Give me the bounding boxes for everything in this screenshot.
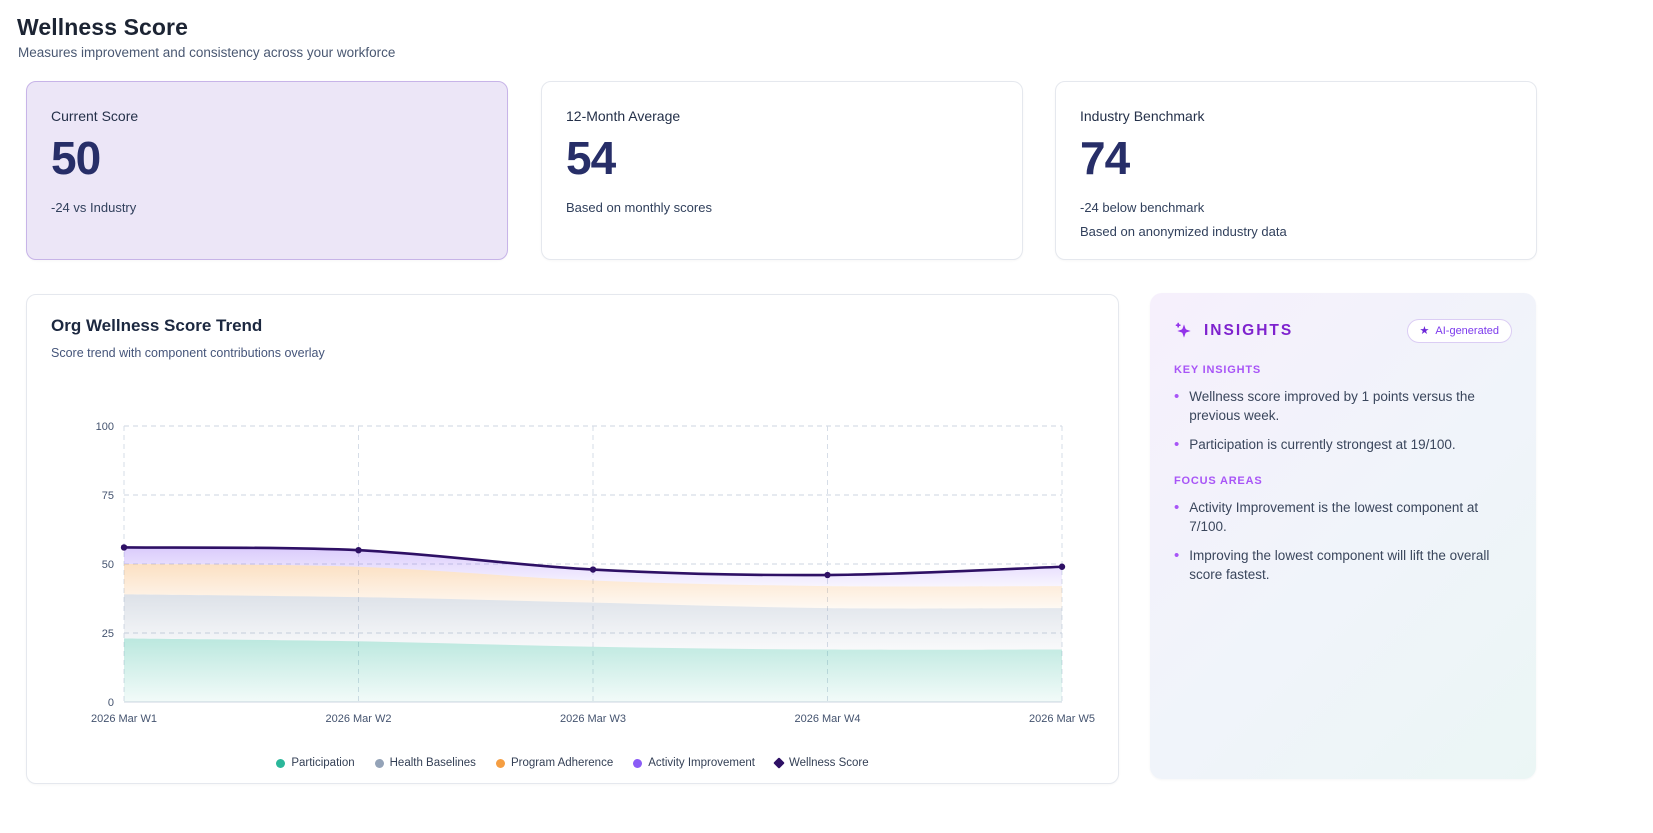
insight-item: • Participation is currently strongest a… xyxy=(1174,435,1512,454)
svg-text:50: 50 xyxy=(102,559,114,571)
svg-text:25: 25 xyxy=(102,628,114,640)
star-icon: ★ xyxy=(1419,324,1430,337)
insight-text: Wellness score improved by 1 points vers… xyxy=(1189,389,1475,423)
bullet-icon: • xyxy=(1174,436,1180,453)
wellness-trend-chart: 0 25 50 75 100 2026 Mar W1 2026 Mar W2 2026 Mar… xyxy=(91,421,1095,725)
stat-card-12-month-average[interactable]: 12-Month Average 54 Based on monthly sco… xyxy=(541,81,1023,260)
svg-text:0: 0 xyxy=(108,697,114,709)
legend-item: Activity Improvement xyxy=(633,757,755,769)
insight-text: Participation is currently strongest at … xyxy=(1189,437,1456,452)
legend-label: Health Baselines xyxy=(389,757,476,769)
svg-text:2026 Mar W5: 2026 Mar W5 xyxy=(1029,713,1095,725)
insight-item: • Wellness score improved by 1 points ve… xyxy=(1174,387,1512,425)
svg-text:100: 100 xyxy=(96,421,114,433)
stat-card-note: -24 below benchmark xyxy=(1080,200,1205,216)
stat-card-label: Industry Benchmark xyxy=(1080,108,1205,124)
focus-areas-list: • Activity Improvement is the lowest com… xyxy=(1174,498,1512,584)
insight-text: Improving the lowest component will lift… xyxy=(1189,548,1490,582)
svg-text:2026 Mar W4: 2026 Mar W4 xyxy=(794,713,860,725)
stat-card-label: 12-Month Average xyxy=(566,108,681,124)
stat-card-note: Based on monthly scores xyxy=(566,200,712,216)
page-subtitle: Measures improvement and consistency acr… xyxy=(18,45,396,60)
stat-card-value: 50 xyxy=(51,132,101,184)
stat-card-note-secondary: Based on anonymized industry data xyxy=(1080,224,1287,240)
insight-section-heading-focus-areas: FOCUS AREAS xyxy=(1174,475,1263,487)
key-insights-list: • Wellness score improved by 1 points ve… xyxy=(1174,387,1512,454)
page-title: Wellness Score xyxy=(17,14,189,40)
legend-item: Health Baselines xyxy=(374,757,476,769)
ai-generated-badge: ★ AI-generated xyxy=(1406,319,1512,343)
stat-card-industry-benchmark[interactable]: Industry Benchmark 74 -24 below benchmar… xyxy=(1055,81,1537,260)
stat-card-current-score[interactable]: Current Score 50 -24 vs Industry xyxy=(26,81,508,260)
svg-text:2026 Mar W1: 2026 Mar W1 xyxy=(91,713,157,725)
legend-item: Program Adherence xyxy=(495,757,614,769)
legend-label: Activity Improvement xyxy=(648,757,755,769)
legend-item: Participation xyxy=(276,757,355,769)
legend-label: Program Adherence xyxy=(510,757,614,769)
bullet-icon: • xyxy=(1174,388,1180,405)
stat-card-value: 74 xyxy=(1080,132,1130,184)
chart-title: Org Wellness Score Trend xyxy=(51,316,263,335)
svg-text:2026 Mar W2: 2026 Mar W2 xyxy=(325,713,391,725)
insight-item: • Improving the lowest component will li… xyxy=(1174,546,1512,584)
legend-label: Participation xyxy=(291,757,355,769)
legend-marker xyxy=(276,758,286,768)
stat-card-note: -24 vs Industry xyxy=(51,200,137,216)
legend-item: Wellness Score xyxy=(773,757,869,769)
insight-text: Activity Improvement is the lowest compo… xyxy=(1189,500,1479,534)
legend-marker xyxy=(773,757,785,769)
insight-item: • Activity Improvement is the lowest com… xyxy=(1174,498,1512,536)
insights-panel: INSIGHTS ★ AI-generated KEY INSIGHTS • W… xyxy=(1150,293,1536,779)
svg-text:75: 75 xyxy=(102,490,114,502)
bullet-icon: • xyxy=(1174,499,1180,516)
insights-title: INSIGHTS xyxy=(1204,322,1294,339)
legend-marker xyxy=(374,758,384,768)
wellness-trend-card: Org Wellness Score Trend Score trend wit… xyxy=(26,294,1119,784)
ai-badge-label: AI-generated xyxy=(1435,325,1499,337)
legend-marker xyxy=(633,758,643,768)
bullet-icon: • xyxy=(1174,547,1180,564)
legend-marker xyxy=(495,758,505,768)
svg-text:2026 Mar W3: 2026 Mar W3 xyxy=(560,713,626,725)
insights-header: INSIGHTS ★ AI-generated xyxy=(1174,319,1512,343)
chart-subtitle: Score trend with component contributions… xyxy=(51,346,325,360)
stat-card-label: Current Score xyxy=(51,108,139,124)
insight-section-heading-key-insights: KEY INSIGHTS xyxy=(1174,364,1262,376)
stat-card-value: 54 xyxy=(566,132,616,184)
legend-label: Wellness Score xyxy=(788,757,869,769)
chart-legend: Participation Health Baselines Program Adh… xyxy=(27,755,1118,771)
sparkles-icon xyxy=(1175,322,1191,338)
